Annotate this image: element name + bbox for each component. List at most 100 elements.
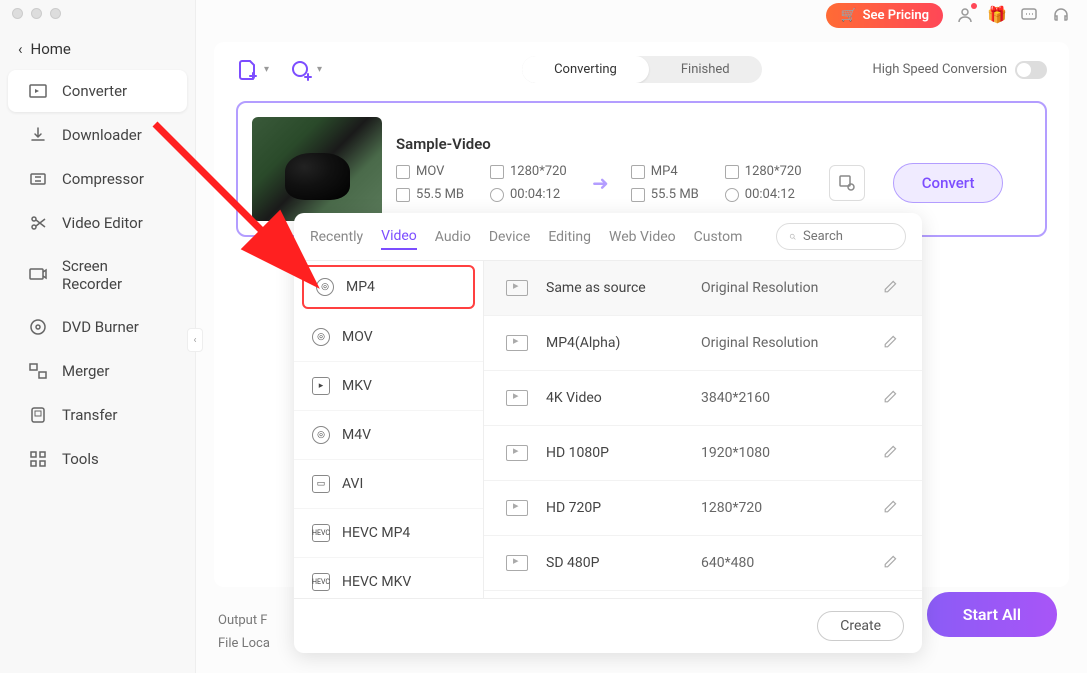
sidebar-item-screen-recorder[interactable]: Screen Recorder — [8, 246, 187, 304]
format-item-mp4[interactable]: ◎MP4 — [302, 265, 475, 309]
video-icon — [506, 390, 528, 406]
settings-button[interactable] — [829, 165, 865, 201]
sidebar-item-label: Converter — [62, 82, 127, 100]
tab-editing[interactable]: Editing — [548, 225, 591, 249]
format-item-hevc-mkv[interactable]: HEVCHEVC MKV — [294, 558, 483, 598]
format-item-mov[interactable]: ◎MOV — [294, 313, 483, 362]
transfer-icon — [28, 405, 48, 425]
edit-icon[interactable] — [882, 499, 900, 517]
tab-converting[interactable]: Converting — [522, 56, 649, 83]
edit-icon[interactable] — [882, 554, 900, 572]
chevron-down-icon: ▾ — [317, 64, 322, 75]
folder-icon — [631, 188, 645, 202]
chat-icon[interactable] — [1019, 5, 1039, 25]
tab-web-video[interactable]: Web Video — [609, 225, 676, 249]
format-icon: ◎ — [312, 426, 330, 444]
tab-audio[interactable]: Audio — [435, 225, 471, 249]
maximize-dot[interactable] — [50, 8, 61, 19]
res-item-mp4-alpha[interactable]: MP4(Alpha)Original Resolution — [484, 316, 922, 371]
res-item-1080p[interactable]: HD 1080P1920*1080 — [484, 426, 922, 481]
add-url-button[interactable]: ▾ — [289, 58, 322, 82]
format-label: M4V — [342, 427, 371, 443]
res-name: MP4(Alpha) — [546, 335, 701, 351]
tab-custom[interactable]: Custom — [694, 225, 743, 249]
src-format: MOV — [416, 164, 444, 179]
grid-icon — [28, 449, 48, 469]
gift-icon[interactable]: 🎁 — [987, 5, 1007, 25]
resolution-icon — [490, 165, 504, 179]
window-controls — [12, 8, 61, 19]
video-icon — [506, 445, 528, 461]
add-url-icon — [289, 58, 313, 82]
format-item-hevc-mp4[interactable]: HEVCHEVC MP4 — [294, 509, 483, 558]
res-value: 1920*1080 — [701, 445, 882, 461]
tab-recently[interactable]: Recently — [310, 225, 363, 249]
res-name: HD 720P — [546, 500, 701, 516]
video-thumbnail[interactable] — [252, 117, 382, 221]
res-item-720p[interactable]: HD 720P1280*720 — [484, 481, 922, 536]
dst-res: 1280*720 — [745, 164, 802, 179]
segment-control: Converting Finished — [522, 56, 762, 83]
see-pricing-button[interactable]: 🛒 See Pricing — [826, 3, 943, 28]
res-item-same-as-source[interactable]: Same as sourceOriginal Resolution — [484, 261, 922, 316]
tab-video[interactable]: Video — [381, 224, 417, 250]
user-icon[interactable] — [955, 5, 975, 25]
home-link[interactable]: ‹ Home — [0, 30, 195, 68]
sidebar-collapse-button[interactable]: ‹ — [187, 328, 203, 352]
format-icon: ◎ — [316, 278, 334, 296]
res-name: SD 480P — [546, 555, 701, 571]
headset-icon[interactable] — [1051, 5, 1071, 25]
edit-icon[interactable] — [882, 444, 900, 462]
hsc-toggle[interactable] — [1015, 61, 1047, 79]
topbar: 🛒 See Pricing 🎁 — [196, 0, 1087, 30]
sidebar-item-converter[interactable]: Converter — [8, 70, 187, 112]
tab-device[interactable]: Device — [489, 225, 530, 249]
res-value: 640*480 — [701, 555, 882, 571]
edit-icon[interactable] — [882, 279, 900, 297]
format-item-mkv[interactable]: ▸MKV — [294, 362, 483, 411]
dst-size: 55.5 MB — [651, 187, 699, 202]
close-dot[interactable] — [12, 8, 23, 19]
src-size: 55.5 MB — [416, 187, 464, 202]
format-icon: ▭ — [312, 475, 330, 493]
format-item-m4v[interactable]: ◎ M4V — [294, 411, 483, 460]
res-item-480p[interactable]: SD 480P640*480 — [484, 536, 922, 591]
edit-icon[interactable] — [882, 334, 900, 352]
sidebar-item-merger[interactable]: Merger — [8, 350, 187, 392]
tab-finished[interactable]: Finished — [649, 56, 762, 83]
res-item-4k[interactable]: 4K Video3840*2160 — [484, 371, 922, 426]
dst-dur: 00:04:12 — [745, 187, 795, 202]
minimize-dot[interactable] — [31, 8, 42, 19]
format-search[interactable] — [776, 223, 906, 250]
chevron-down-icon: ▾ — [264, 64, 269, 75]
sidebar-item-dvd-burner[interactable]: DVD Burner — [8, 306, 187, 348]
sidebar-item-video-editor[interactable]: Video Editor — [8, 202, 187, 244]
convert-button[interactable]: Convert — [893, 163, 1004, 203]
video-icon — [631, 165, 645, 179]
add-file-button[interactable]: ▾ — [236, 58, 269, 82]
sidebar-item-label: Merger — [62, 362, 109, 380]
format-icon: ◎ — [312, 328, 330, 346]
recorder-icon — [28, 265, 48, 285]
scissors-icon — [28, 213, 48, 233]
card-header: ▾ ▾ Converting Finished High Speed Conve… — [236, 56, 1047, 83]
dst-format: MP4 — [651, 164, 678, 179]
sidebar-item-downloader[interactable]: Downloader — [8, 114, 187, 156]
start-all-button[interactable]: Start All — [927, 592, 1057, 637]
format-icon: HEVC — [312, 524, 330, 542]
arrow-right-icon: ➜ — [584, 171, 617, 195]
src-res: 1280*720 — [510, 164, 567, 179]
hsc-label: High Speed Conversion — [872, 62, 1007, 77]
search-icon — [789, 230, 797, 244]
create-button[interactable]: Create — [817, 611, 904, 641]
video-title: Sample-Video — [396, 135, 1031, 153]
format-item-avi[interactable]: ▭AVI — [294, 460, 483, 509]
sidebar-item-label: Transfer — [62, 406, 117, 424]
clock-icon — [490, 188, 504, 202]
search-input[interactable] — [803, 229, 893, 244]
sidebar-item-compressor[interactable]: Compressor — [8, 158, 187, 200]
sidebar-item-transfer[interactable]: Transfer — [8, 394, 187, 436]
format-label: HEVC MKV — [342, 574, 411, 590]
edit-icon[interactable] — [882, 389, 900, 407]
sidebar-item-tools[interactable]: Tools — [8, 438, 187, 480]
